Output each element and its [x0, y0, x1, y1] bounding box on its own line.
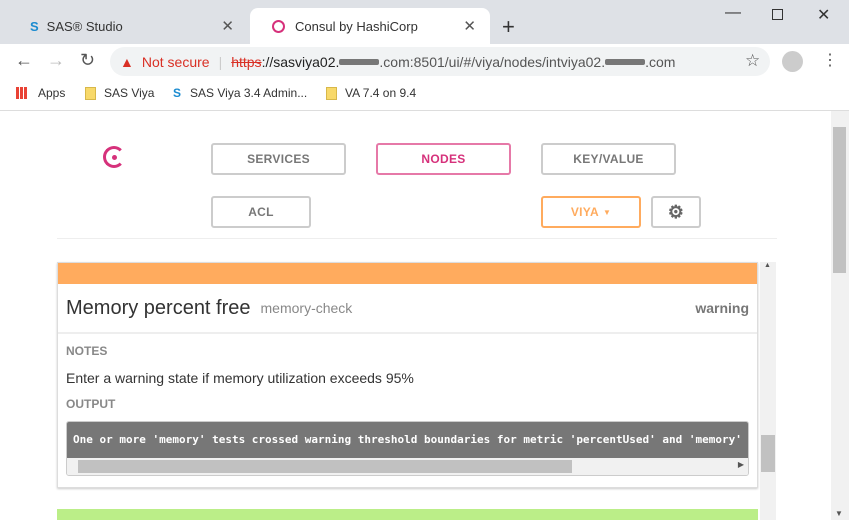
address-bar[interactable]: ▲ Not secure | https ://sasviya02. .com:…	[110, 47, 770, 76]
apps-grid-icon	[16, 87, 28, 99]
close-window-button[interactable]: ✕	[817, 5, 830, 25]
star-icon[interactable]: ☆	[745, 51, 760, 71]
tab-sas-studio[interactable]: S SAS® Studio ✕	[8, 8, 248, 44]
profile-avatar[interactable]	[782, 51, 803, 72]
status-badge: warning	[695, 300, 749, 316]
bookmark-va[interactable]: VA 7.4 on 9.4	[326, 80, 416, 106]
output-text: One or more 'memory' tests crossed warni…	[67, 422, 748, 458]
status-bar-passing	[57, 509, 758, 520]
datacenter-dropdown[interactable]: VIYA ▼	[541, 196, 641, 228]
caret-down-icon: ▼	[602, 207, 612, 217]
warning-icon: ▲	[120, 53, 134, 70]
menu-icon[interactable]: ⋮	[822, 50, 838, 70]
close-tab-icon[interactable]: ✕	[221, 17, 234, 35]
settings-gear-icon[interactable]: ⚙	[651, 196, 701, 228]
folder-icon	[326, 86, 337, 100]
forward-icon[interactable]: →	[47, 50, 65, 71]
minimize-button[interactable]: —	[725, 4, 741, 22]
notes-label: NOTES	[66, 344, 108, 358]
sas-icon: S	[173, 86, 182, 100]
tab-consul[interactable]: Consul by HashiCorp ✕	[250, 8, 490, 44]
reload-icon[interactable]: ↻	[80, 50, 95, 71]
back-icon[interactable]: ←	[15, 50, 33, 71]
nav-services[interactable]: SERVICES	[211, 143, 346, 175]
scrollbar-thumb[interactable]	[78, 460, 572, 473]
bookmark-apps[interactable]: Apps	[16, 80, 65, 106]
new-tab-button[interactable]: +	[502, 14, 515, 40]
close-tab-icon[interactable]: ✕	[463, 17, 476, 35]
output-box: One or more 'memory' tests crossed warni…	[66, 421, 749, 476]
nav-key-value[interactable]: KEY/VALUE	[541, 143, 676, 175]
notes-text: Enter a warning state if memory utilizat…	[66, 370, 414, 386]
nav-nodes[interactable]: NODES	[376, 143, 511, 175]
output-label: OUTPUT	[66, 397, 116, 411]
bookmark-sas-admin[interactable]: S SAS Viya 3.4 Admin...	[173, 80, 307, 106]
consul-icon	[272, 19, 285, 33]
check-name: Memory percent free	[66, 296, 251, 319]
check-id: memory-check	[260, 300, 353, 316]
health-check-card: Memory percent free memory-check warning…	[57, 262, 758, 488]
page-scrollbar[interactable]: ▼	[831, 111, 849, 520]
nav-acl[interactable]: ACL	[211, 196, 311, 228]
folder-icon	[85, 86, 96, 100]
panel-scrollbar[interactable]: ▲	[760, 262, 776, 520]
maximize-button[interactable]	[772, 9, 783, 20]
status-bar-warning	[58, 263, 757, 284]
horizontal-scrollbar[interactable]: ▶	[67, 458, 748, 475]
sas-icon: S	[30, 18, 39, 34]
bookmark-sas-viya[interactable]: SAS Viya	[85, 80, 154, 106]
